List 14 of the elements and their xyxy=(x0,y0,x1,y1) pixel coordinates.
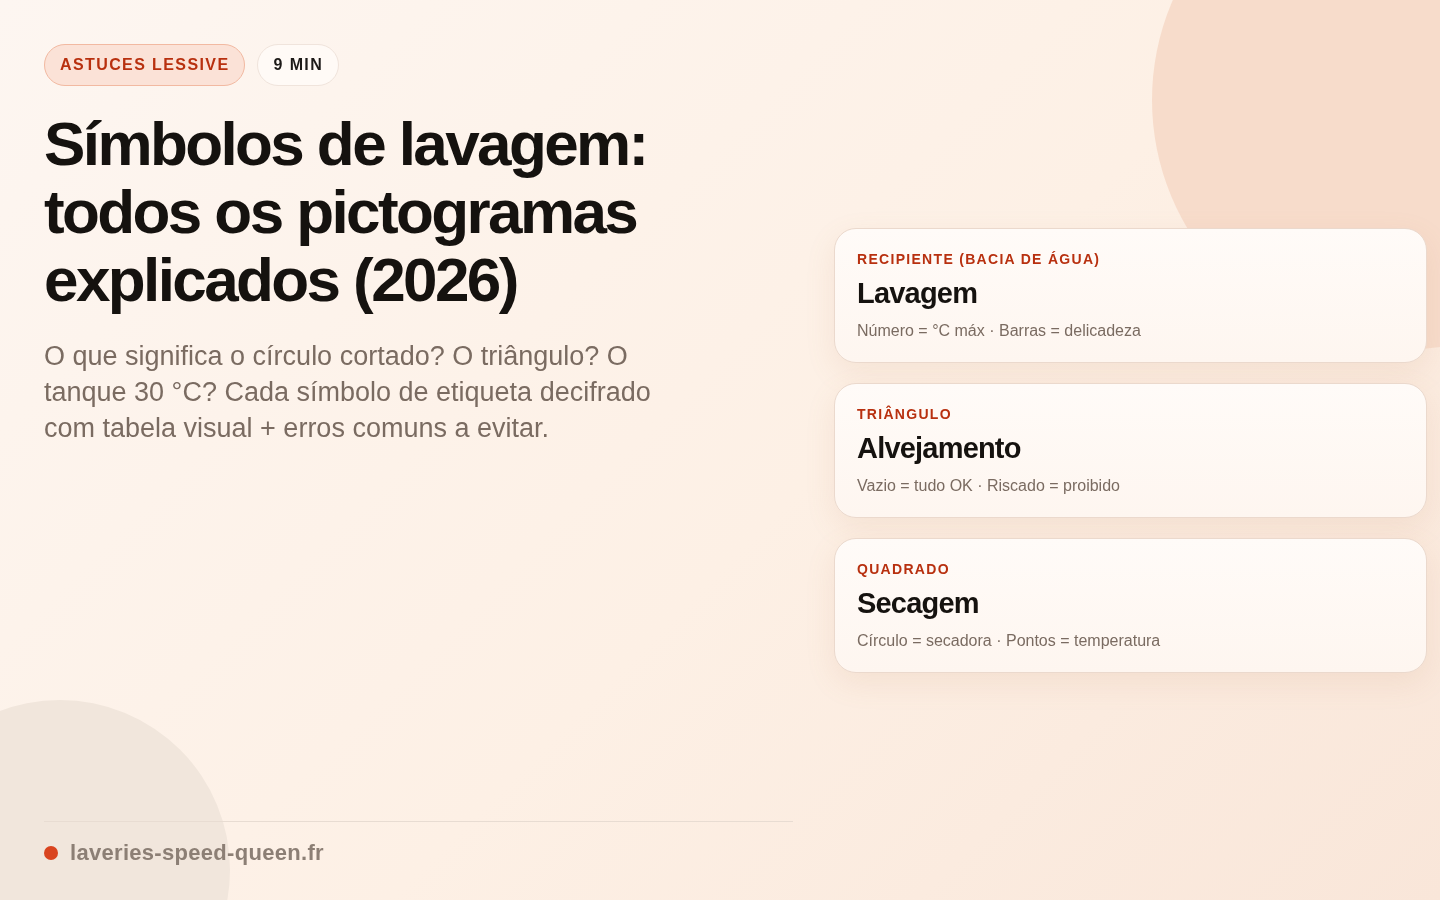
card-eyebrow: TRIÂNGULO xyxy=(857,405,953,422)
card-detail: Número = °C máx · Barras = delicadeza xyxy=(857,321,1142,340)
card-heading: Lavagem xyxy=(857,276,979,310)
card-detail: Vazio = tudo OK · Riscado = proibido xyxy=(857,476,1121,495)
reading-time-badge: 9 MIN xyxy=(257,44,340,86)
card-heading: Secagem xyxy=(857,586,980,620)
card-eyebrow: QUADRADO xyxy=(857,560,951,577)
card-heading: Alvejamento xyxy=(857,431,1022,465)
card-eyebrow: RECIPIENTE (BACIA DE ÁGUA) xyxy=(857,250,1102,267)
site-url: laveries-speed-queen.fr xyxy=(70,840,324,866)
subtitle: O que significa o círculo cortado? O triângulo? O tanque 30 °C? Cada símbolo de etiqueta decifrado com tabela visual + erros comuns a evitar. xyxy=(44,340,652,445)
page-title: Símbolos de lavagem: todos os pictogramas explicados (2026) xyxy=(44,110,648,314)
category-badge: ASTUCES LESSIVE xyxy=(44,44,246,86)
card-detail: Círculo = secadora · Pontos = temperatura xyxy=(857,631,1162,650)
